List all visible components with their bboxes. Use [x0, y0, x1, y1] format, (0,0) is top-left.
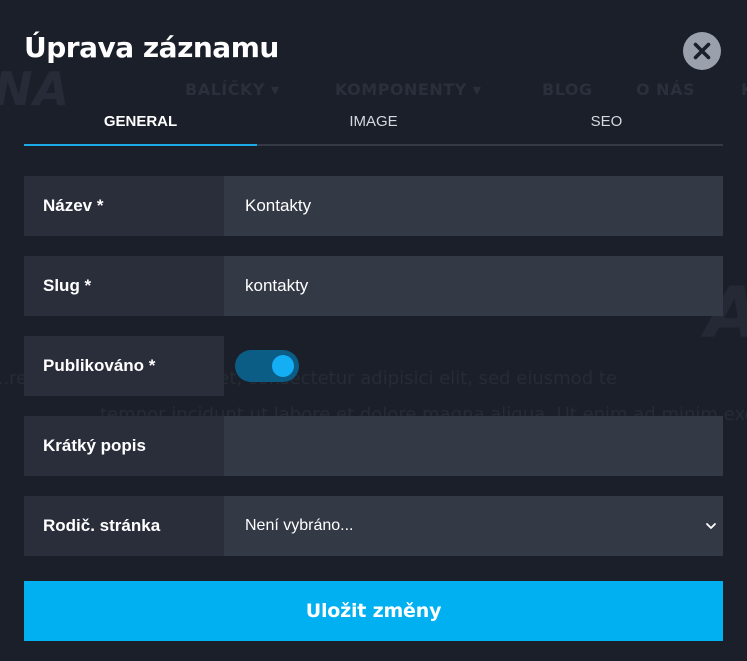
modal-title: Úprava záznamu: [24, 31, 279, 64]
parent-page-select[interactable]: Není vybráno...: [224, 496, 723, 556]
record-form: Název * Slug * Publikováno * Krátký popi…: [24, 176, 723, 576]
short-description-input[interactable]: [224, 416, 723, 476]
name-input[interactable]: [224, 176, 723, 236]
name-field-wrapper: [224, 176, 723, 236]
tab-image[interactable]: IMAGE: [257, 100, 490, 144]
published-field-wrapper: [224, 336, 723, 396]
short-description-label: Krátký popis: [24, 416, 224, 476]
tab-general[interactable]: GENERAL: [24, 100, 257, 146]
toggle-knob: [272, 355, 294, 377]
close-icon: [693, 42, 711, 60]
form-row-name: Název *: [24, 176, 723, 236]
tab-seo[interactable]: SEO: [490, 100, 723, 144]
form-row-parent-page: Rodič. stránka Není vybráno...: [24, 496, 723, 556]
tab-bar: GENERAL IMAGE SEO: [24, 100, 723, 146]
form-row-published: Publikováno *: [24, 336, 723, 396]
name-label: Název *: [24, 176, 224, 236]
edit-record-modal: Úprava záznamu GENERAL IMAGE SEO Název *…: [0, 0, 747, 661]
published-label: Publikováno *: [24, 336, 224, 396]
slug-input[interactable]: [224, 256, 723, 316]
close-button[interactable]: [683, 32, 721, 70]
published-toggle[interactable]: [235, 350, 299, 382]
parent-page-selected-value: Není vybráno...: [245, 517, 354, 534]
save-changes-button[interactable]: Uložit změny: [24, 581, 723, 641]
chevron-down-icon: [706, 523, 716, 529]
form-row-short-description: Krátký popis: [24, 416, 723, 476]
form-row-slug: Slug *: [24, 256, 723, 316]
slug-label: Slug *: [24, 256, 224, 316]
parent-page-label: Rodič. stránka: [24, 496, 224, 556]
slug-field-wrapper: [224, 256, 723, 316]
short-description-field-wrapper: [224, 416, 723, 476]
